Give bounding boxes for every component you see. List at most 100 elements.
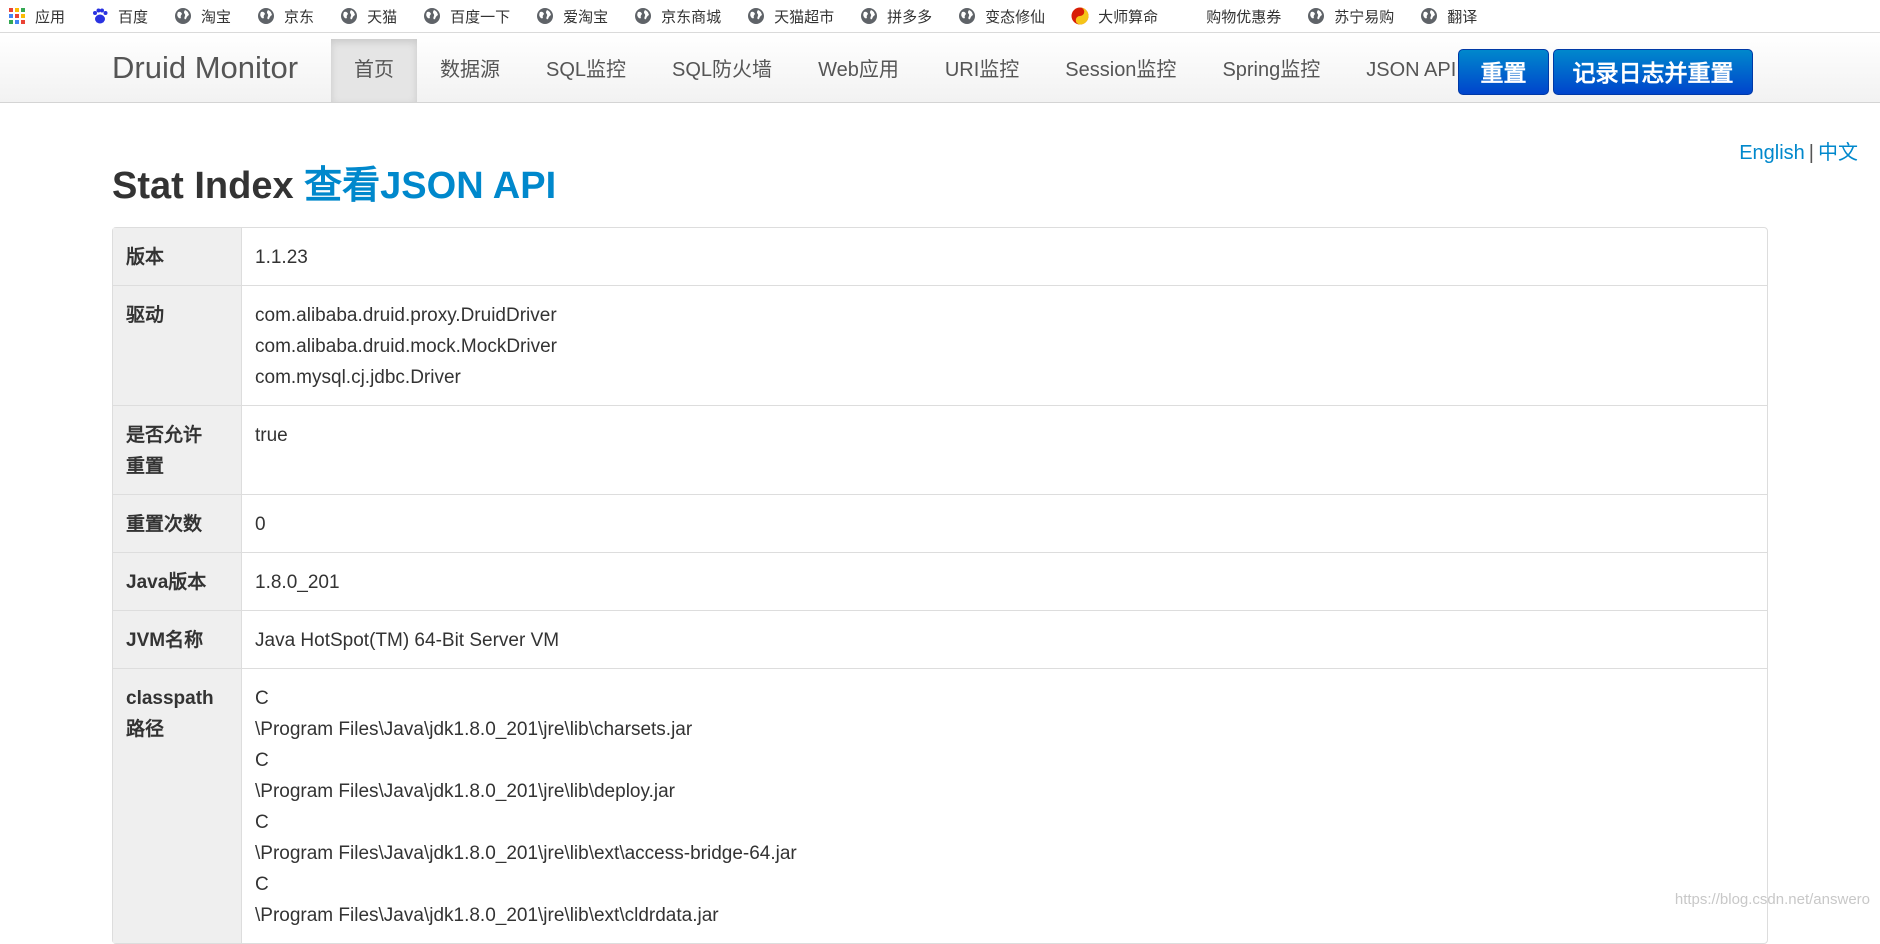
row-value: C \Program Files\Java\jdk1.8.0_201\jre\li… <box>242 668 1767 943</box>
globe-icon <box>174 7 192 25</box>
bookmark-item[interactable]: 购物优惠券 <box>1206 6 1281 27</box>
row-value-line: true <box>255 425 288 446</box>
bookmark-label: 大师算命 <box>1098 8 1159 26</box>
bookmark-label: 京东 <box>284 8 315 26</box>
bookmark-label: 应用 <box>35 8 66 26</box>
language-switch: English | 中文 <box>1739 136 1858 165</box>
row-value-line: \Program Files\Java\jdk1.8.0_201\jre\lib… <box>255 905 719 926</box>
bookmark-label: 爱淘宝 <box>563 8 609 26</box>
row-value: 0 <box>242 494 1767 552</box>
globe-icon <box>536 7 554 25</box>
globe-icon <box>860 7 878 25</box>
row-value-line <box>255 451 1754 482</box>
navbar: Druid Monitor 首页 数据源 SQL监控 SQL防火墙 Web应用 URI监控… <box>0 34 1880 103</box>
row-label: 是否允许 重置 <box>113 405 242 494</box>
row-value-line: C <box>255 874 269 895</box>
bookmark-item[interactable]: 淘宝 <box>174 6 231 27</box>
row-value-line: \Program Files\Java\jdk1.8.0_201\jre\lib… <box>255 719 693 740</box>
bookmark-label: 京东商城 <box>661 8 722 26</box>
log-and-reset-button[interactable]: 记录日志并重置 <box>1553 49 1753 95</box>
table-row: 驱动 com.alibaba.druid.proxy.DruidDriver com… <box>113 285 1767 405</box>
row-value-line: C <box>255 688 269 709</box>
bookmark-item[interactable]: 京东商城 <box>634 6 721 27</box>
bookmark-item[interactable]: 应用 <box>8 6 65 27</box>
nav-item[interactable]: Spring监控 <box>1199 39 1343 102</box>
baidu-paw-icon <box>91 7 109 25</box>
bookmark-item[interactable]: 百度一下 <box>423 6 510 27</box>
page-title-text: Stat Index <box>112 165 294 207</box>
globe-icon <box>634 7 652 25</box>
row-value-line: C <box>255 750 269 771</box>
globe-icon <box>1307 7 1325 25</box>
reset-button[interactable]: 重置 <box>1458 49 1549 95</box>
bookmark-item[interactable]: 百度 <box>91 6 148 27</box>
row-label: JVM名称 <box>113 610 242 668</box>
globe-icon <box>1420 7 1438 25</box>
bookmark-label: 变态修仙 <box>985 8 1046 26</box>
globe-icon <box>958 7 976 25</box>
row-value: 1.8.0_201 <box>242 552 1767 610</box>
bookmark-item[interactable]: 大师算命 <box>1071 6 1158 27</box>
nav-item[interactable]: Web应用 <box>795 39 922 102</box>
nav-item[interactable]: SQL防火墙 <box>649 39 795 102</box>
bookmark-item[interactable]: 拼多多 <box>860 6 932 27</box>
row-value-line: com.mysql.cj.jdbc.Driver <box>255 367 461 388</box>
bookmark-item[interactable]: 天猫 <box>340 6 397 27</box>
nav-item[interactable]: URI监控 <box>922 39 1042 102</box>
table-row: 重置次数 0 <box>113 494 1767 552</box>
watermark: https://blog.csdn.net/answero <box>1674 891 1870 908</box>
table-row: 版本 1.1.23 <box>113 228 1767 285</box>
row-value-line: C <box>255 812 269 833</box>
brand-title[interactable]: Druid Monitor <box>112 34 298 102</box>
bookmark-label: 拼多多 <box>887 8 933 26</box>
bookmark-item[interactable]: 苏宁易购 <box>1307 6 1394 27</box>
table-row: JVM名称 Java HotSpot(TM) 64-Bit Server VM <box>113 610 1767 668</box>
english-link[interactable]: English <box>1739 142 1805 164</box>
bookmark-label: 购物优惠券 <box>1206 8 1282 26</box>
stat-index-table: 版本 1.1.23 驱动 com.alibaba.druid.proxy.DruidD… <box>112 227 1768 944</box>
bookmark-label: 天猫 <box>367 8 398 26</box>
row-value: com.alibaba.druid.proxy.DruidDriver com.a… <box>242 285 1767 405</box>
bookmark-item[interactable]: 天猫超市 <box>747 6 834 27</box>
bookmark-item[interactable]: 翻译 <box>1420 6 1477 27</box>
nav-item[interactable]: 首页 <box>331 39 417 102</box>
bookmark-label: 百度 <box>118 8 149 26</box>
yin-yang-icon <box>1071 7 1089 25</box>
row-value-line: \Program Files\Java\jdk1.8.0_201\jre\lib… <box>255 843 797 864</box>
row-label: 重置次数 <box>113 494 242 552</box>
globe-icon <box>423 7 441 25</box>
row-value-line: com.alibaba.druid.mock.MockDriver <box>255 336 557 357</box>
table-row: Java版本 1.8.0_201 <box>113 552 1767 610</box>
nav-item[interactable]: Session监控 <box>1042 39 1199 102</box>
bookmark-item[interactable]: 变态修仙 <box>958 6 1045 27</box>
row-value: true <box>242 405 1767 494</box>
json-api-link[interactable]: 查看JSON API <box>304 165 556 207</box>
globe-icon <box>340 7 358 25</box>
row-value-line: 1.8.0_201 <box>255 572 340 593</box>
apps-grid-icon <box>8 7 26 25</box>
row-value-line: \Program Files\Java\jdk1.8.0_201\jre\lib… <box>255 781 675 802</box>
row-value-line: com.alibaba.druid.proxy.DruidDriver <box>255 305 557 326</box>
bookmark-item[interactable]: 京东 <box>257 6 314 27</box>
row-label: Java版本 <box>113 552 242 610</box>
globe-icon <box>257 7 275 25</box>
row-label: classpath 路径 <box>113 668 242 943</box>
lang-separator: | <box>1808 142 1814 164</box>
bookmark-label: 苏宁易购 <box>1334 8 1395 26</box>
row-value: Java HotSpot(TM) 64-Bit Server VM <box>242 610 1767 668</box>
bookmark-label: 淘宝 <box>201 8 232 26</box>
row-label: 驱动 <box>113 285 242 405</box>
main-nav: 首页 数据源 SQL监控 SQL防火墙 Web应用 URI监控 Session监控 Sprin… <box>331 39 1479 102</box>
table-row: classpath 路径 C \Program Files\Java\jdk1.8.0… <box>113 668 1767 943</box>
chinese-link[interactable]: 中文 <box>1818 142 1858 164</box>
bookmark-label: 天猫超市 <box>774 8 835 26</box>
row-value-line: 0 <box>255 514 266 535</box>
nav-item[interactable]: SQL监控 <box>523 39 649 102</box>
page-title: Stat Index 查看JSON API <box>112 154 556 209</box>
globe-icon <box>747 7 765 25</box>
row-value-line: Java HotSpot(TM) 64-Bit Server VM <box>255 630 560 651</box>
bookmark-label: 百度一下 <box>450 8 511 26</box>
nav-item[interactable]: 数据源 <box>417 39 523 102</box>
row-value: 1.1.23 <box>242 228 1767 285</box>
bookmark-item[interactable]: 爱淘宝 <box>536 6 608 27</box>
